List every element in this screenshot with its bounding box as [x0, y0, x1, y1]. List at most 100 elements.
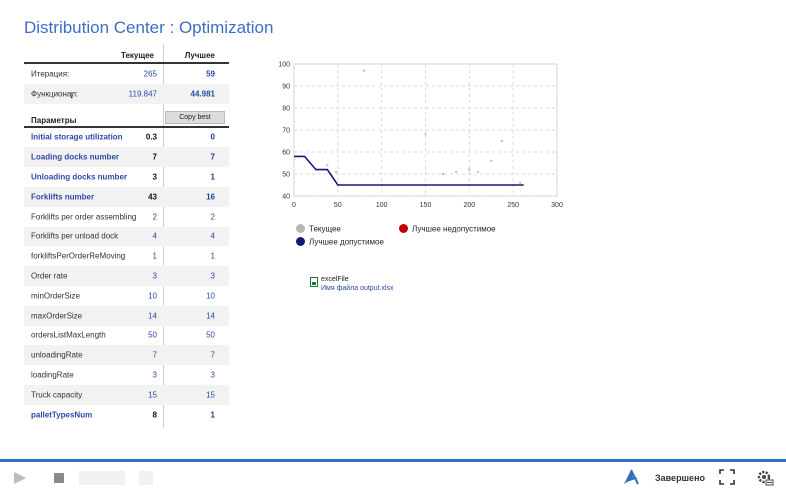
y-tick-label: 60	[282, 150, 290, 157]
table-row: Unloading docks number 3 1	[24, 167, 229, 187]
param-current: 2	[152, 212, 157, 222]
x-tick-label: 300	[551, 202, 563, 209]
legend-best-feasible: Лучшее допустимое	[296, 237, 384, 247]
param-best: 0	[210, 132, 215, 142]
param-best: 10	[206, 291, 215, 301]
optimization-chart: 0 50 100 150 200 250 300 40 50 60 70 80 90 100	[278, 62, 563, 210]
current-point	[326, 164, 329, 167]
param-current: 3	[152, 370, 157, 380]
param-current: 14	[148, 311, 157, 321]
param-best: 16	[206, 192, 215, 202]
iteration-best: 59	[206, 69, 215, 79]
col-header-best: Лучшее	[184, 51, 215, 60]
arrow-down-icon: ↓	[69, 88, 75, 101]
legend-current-label: Текущее	[309, 224, 341, 234]
param-rows: Initial storage utilization 0.3 0 Loading d…	[24, 128, 229, 425]
function-current: 119.847	[128, 89, 157, 99]
param-best: 15	[206, 390, 215, 400]
parameters-table: Текущее Лучшее Итерация: 265 59 Функцион…	[24, 44, 229, 425]
x-tick-label: 0	[292, 202, 296, 209]
param-name: Unloading docks number	[31, 172, 128, 182]
table-row: Order rate 3 3	[24, 266, 229, 286]
param-name: Forklifts number	[31, 192, 95, 202]
param-name: Order rate	[31, 271, 68, 281]
legend-best-feasible-label: Лучшее допустимое	[309, 237, 384, 247]
param-name: Forklifts per unload dock	[31, 231, 119, 241]
param-best: 2	[210, 212, 215, 222]
current-point	[455, 170, 458, 173]
x-tick-label: 50	[334, 202, 342, 209]
current-point	[468, 168, 471, 171]
current-point	[334, 170, 338, 173]
table-row: loadingRate 3 3	[24, 365, 229, 385]
x-tick-label: 250	[507, 202, 519, 209]
param-best: 1	[210, 410, 215, 420]
excel-file-path[interactable]: Имя файла output.xlsx	[321, 285, 394, 292]
legend-best-infeasible-swatch	[399, 224, 408, 234]
param-best: 14	[206, 311, 215, 321]
fullscreen-icon[interactable]	[719, 469, 735, 485]
table-row: Forklifts number 43 16	[24, 186, 229, 207]
param-current: 50	[148, 330, 157, 340]
table-header: Текущее Лучшее	[24, 44, 229, 64]
y-tick-label: 70	[282, 128, 290, 135]
excel-file-icon	[310, 277, 318, 287]
current-point	[441, 172, 445, 176]
x-tick-label: 100	[376, 202, 388, 209]
param-name: loadingRate	[31, 370, 74, 380]
param-current: 7	[152, 350, 157, 360]
stop-icon[interactable]	[54, 473, 64, 483]
param-name: Truck capacity	[31, 390, 83, 400]
function-row: Функционал: ↓ 119.847 44.981	[24, 83, 229, 104]
function-best: 44.981	[190, 89, 215, 99]
param-current: 0.3	[145, 132, 157, 142]
current-point	[477, 170, 480, 173]
table-row: Initial storage utilization 0.3 0	[24, 128, 229, 148]
speed-control[interactable]	[79, 471, 125, 485]
param-name: minOrderSize	[31, 291, 80, 301]
table-row: Forklifts per unload dock 4 4	[24, 226, 229, 247]
iteration-row: Итерация: 265 59	[24, 64, 229, 84]
step-control[interactable]	[139, 471, 153, 485]
y-tick-label: 50	[282, 172, 290, 179]
play-icon[interactable]	[14, 472, 26, 484]
table-row: Loading docks number 7 7	[24, 147, 229, 168]
param-current: 10	[148, 291, 157, 301]
iteration-current: 265	[143, 69, 157, 79]
table-row: unloadingRate 7 7	[24, 345, 229, 366]
param-current: 4	[152, 231, 157, 241]
param-best: 4	[210, 231, 215, 241]
legend-best-infeasible: Лучшее недопустимое	[399, 224, 496, 234]
params-title: Параметры	[31, 115, 77, 125]
current-point	[500, 139, 503, 143]
param-best: 3	[210, 370, 215, 380]
param-best: 7	[210, 350, 215, 360]
table-row: Truck capacity 15 15	[24, 384, 229, 405]
table-row: palletTypesNum 8 1	[24, 405, 229, 425]
param-best: 7	[210, 152, 215, 162]
legend-best-feasible-swatch	[296, 237, 305, 247]
copy-best-button[interactable]: Copy best	[165, 110, 225, 124]
excel-file-name: excelFile	[321, 276, 349, 283]
legend-best-infeasible-label: Лучшее недопустимое	[412, 224, 496, 234]
iteration-label: Итерация:	[31, 69, 70, 79]
param-best: 3	[210, 271, 215, 281]
table-row: minOrderSize 10 10	[24, 286, 229, 306]
settings-gear-icon[interactable]	[756, 469, 774, 487]
y-tick-label: 90	[282, 84, 290, 91]
param-name: unloadingRate	[31, 350, 83, 360]
page-title: Distribution Center : Optimization	[24, 18, 274, 37]
param-current: 1	[152, 251, 157, 261]
param-name: maxOrderSize	[31, 311, 83, 321]
y-tick-label: 80	[282, 106, 290, 113]
param-current: 43	[148, 192, 157, 202]
current-point	[490, 159, 493, 162]
param-name: Loading docks number	[31, 152, 120, 162]
table-row: maxOrderSize 14 14	[24, 305, 229, 326]
x-tick-label: 200	[463, 202, 475, 209]
param-name: Initial storage utilization	[31, 132, 123, 142]
current-point	[519, 181, 522, 184]
current-point	[363, 69, 366, 72]
param-current: 3	[152, 271, 157, 281]
param-best: 50	[206, 330, 215, 340]
